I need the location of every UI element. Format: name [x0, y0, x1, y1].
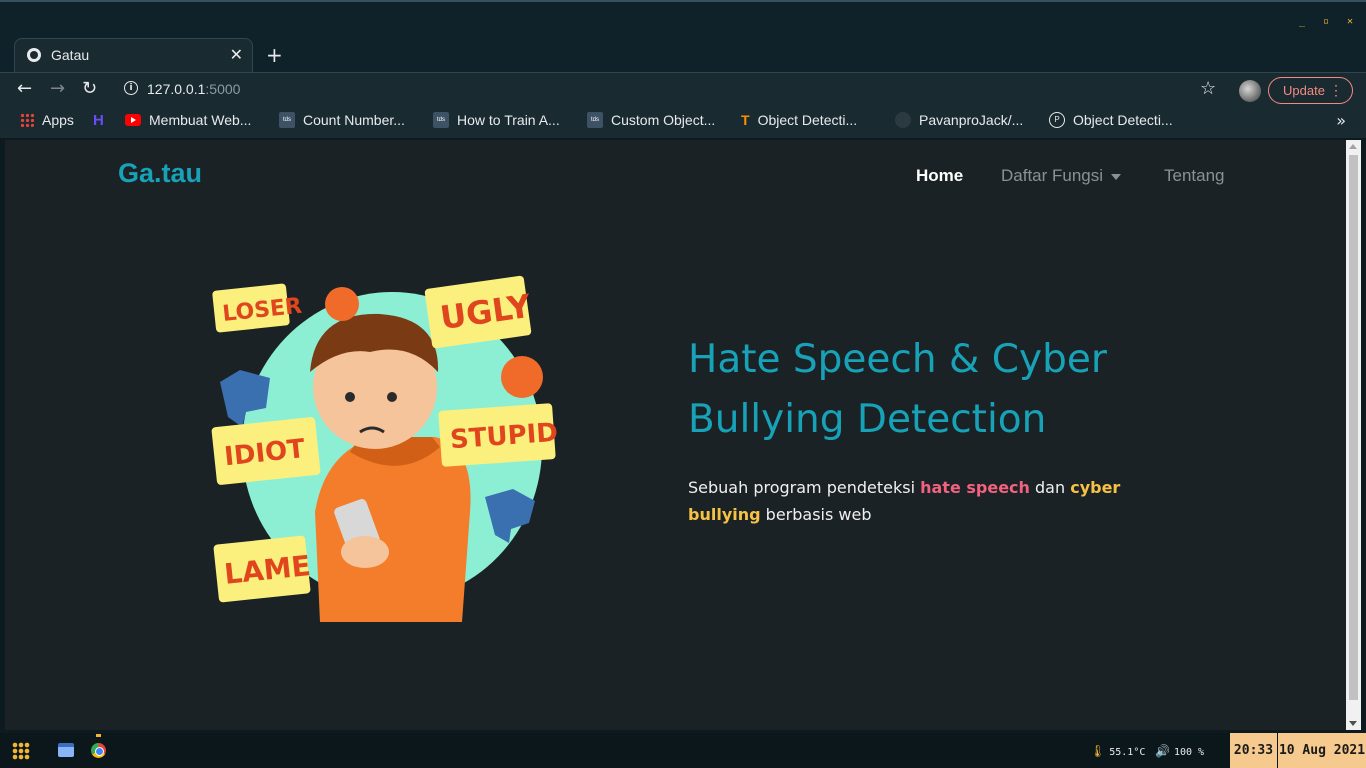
- clock-date: 10 Aug 2021: [1278, 733, 1366, 768]
- bookmark-label: Count Number...: [303, 112, 405, 128]
- bookmark-label: Custom Object...: [611, 112, 716, 128]
- hero-description: Sebuah program pendeteksi hate speech da…: [688, 474, 1168, 528]
- volume-value: 100 %: [1173, 747, 1205, 758]
- app-launcher-icon[interactable]: [12, 742, 30, 760]
- temperature-widget: 🌡 55.1°C: [1090, 744, 1145, 758]
- hero-title: Hate Speech & Cyber Bullying Detection: [688, 337, 1107, 442]
- bookmark-label: Membuat Web...: [149, 112, 252, 128]
- site-info-icon[interactable]: i: [124, 81, 138, 95]
- desc-text: berbasis web: [760, 505, 872, 524]
- bookmark-object-detection-pis[interactable]: P Object Detecti...: [1049, 112, 1173, 128]
- apps-grid-icon: [20, 113, 34, 127]
- browser-tab[interactable]: Gatau ✕: [14, 38, 253, 72]
- h-logo-icon: H: [93, 112, 104, 129]
- bookmark-membuat-web[interactable]: Membuat Web...: [125, 112, 251, 128]
- thermometer-icon: 🌡: [1090, 744, 1106, 758]
- tab-title: Gatau: [51, 47, 90, 63]
- scroll-up-icon[interactable]: [1349, 144, 1357, 149]
- nav-home[interactable]: Home: [916, 166, 963, 186]
- chrome-icon[interactable]: [91, 743, 106, 758]
- tab-strip: Gatau ✕ +: [0, 36, 1366, 72]
- page-scrollbar[interactable]: [1346, 140, 1361, 730]
- cyberbullying-illustration: LOSER UGLY IDIOT STUPID LAME: [211, 275, 559, 622]
- bookmarks-bar: Apps H Membuat Web... tds Count Number...…: [0, 106, 1366, 138]
- github-icon: [895, 112, 911, 128]
- dropdown-caret-icon: [1111, 173, 1122, 180]
- active-indicator: [96, 734, 101, 737]
- reload-icon[interactable]: ↻: [82, 78, 97, 99]
- nav-daftar-fungsi[interactable]: Daftar Fungsi: [1001, 166, 1122, 186]
- bookmark-custom-object[interactable]: tds Custom Object...: [587, 112, 715, 128]
- update-button[interactable]: Update ⋮: [1268, 77, 1353, 104]
- highlight-hate-speech: hate speech: [920, 478, 1030, 497]
- bookmark-pavanprojack[interactable]: PavanproJack/...: [895, 112, 1023, 128]
- scroll-down-icon[interactable]: [1349, 721, 1357, 726]
- browser-toolbar: ← → ↻ i 127.0.0.1:5000 ☆ Update ⋮: [0, 72, 1366, 106]
- bookmark-star-icon[interactable]: ☆: [1200, 78, 1216, 99]
- os-taskbar: 🌡 55.1°C 🔊 100 % 20:33 10 Aug 2021: [0, 733, 1366, 768]
- bookmark-object-detection-tf[interactable]: T Object Detecti...: [741, 112, 857, 128]
- bookmark-label: Object Detecti...: [1073, 112, 1173, 128]
- url-host: 127.0.0.1: [147, 81, 206, 97]
- menu-dots-icon[interactable]: ⋮: [1329, 78, 1343, 103]
- desc-text: Sebuah program pendeteksi: [688, 478, 921, 497]
- back-icon[interactable]: ←: [17, 78, 32, 99]
- nav-tentang[interactable]: Tentang: [1164, 166, 1225, 186]
- window-switcher-icon[interactable]: [58, 743, 74, 757]
- tds-icon: tds: [433, 112, 449, 128]
- forward-icon[interactable]: →: [50, 78, 65, 99]
- tds-icon: tds: [587, 112, 603, 128]
- speaker-icon: 🔊: [1155, 744, 1170, 758]
- profile-avatar[interactable]: [1239, 80, 1261, 102]
- url-port: :5000: [205, 81, 241, 97]
- maximize-icon[interactable]: ▫: [1320, 16, 1332, 28]
- pyimagesearch-icon: P: [1049, 112, 1065, 128]
- navbar-brand[interactable]: Ga.tau: [118, 158, 202, 189]
- tab-close-icon[interactable]: ✕: [230, 45, 243, 64]
- globe-icon: [27, 48, 41, 62]
- update-label: Update: [1283, 83, 1325, 98]
- bookmark-count-number[interactable]: tds Count Number...: [279, 112, 405, 128]
- window-titlebar: _ ▫ ✕: [0, 0, 1366, 36]
- youtube-icon: [125, 114, 141, 126]
- tds-icon: tds: [279, 112, 295, 128]
- nav-daftar-fungsi-label: Daftar Fungsi: [1001, 166, 1104, 185]
- temperature-value: 55.1°C: [1109, 747, 1146, 758]
- address-bar[interactable]: 127.0.0.1:5000: [147, 81, 240, 97]
- bookmark-label: Object Detecti...: [757, 112, 858, 128]
- bookmark-label: How to Train A...: [457, 112, 560, 128]
- tensorflow-icon: T: [741, 112, 750, 128]
- bookmark-label: Apps: [42, 112, 74, 128]
- web-page: Ga.tau Home Daftar Fungsi Tentang LOSER …: [5, 140, 1346, 730]
- bookmark-apps[interactable]: Apps: [20, 112, 74, 128]
- volume-widget[interactable]: 🔊 100 %: [1155, 744, 1204, 758]
- bookmark-label: PavanproJack/...: [919, 112, 1024, 128]
- more-bookmarks-icon[interactable]: »: [1336, 111, 1346, 130]
- scrollbar-thumb[interactable]: [1349, 155, 1358, 700]
- bookmark-h[interactable]: H: [93, 112, 104, 129]
- clock-time: 20:33: [1230, 733, 1277, 768]
- desc-text: dan: [1029, 478, 1071, 497]
- new-tab-icon[interactable]: +: [266, 43, 283, 67]
- bookmark-how-to-train[interactable]: tds How to Train A...: [433, 112, 560, 128]
- close-window-icon[interactable]: ✕: [1344, 16, 1356, 28]
- minimize-icon[interactable]: _: [1296, 16, 1308, 28]
